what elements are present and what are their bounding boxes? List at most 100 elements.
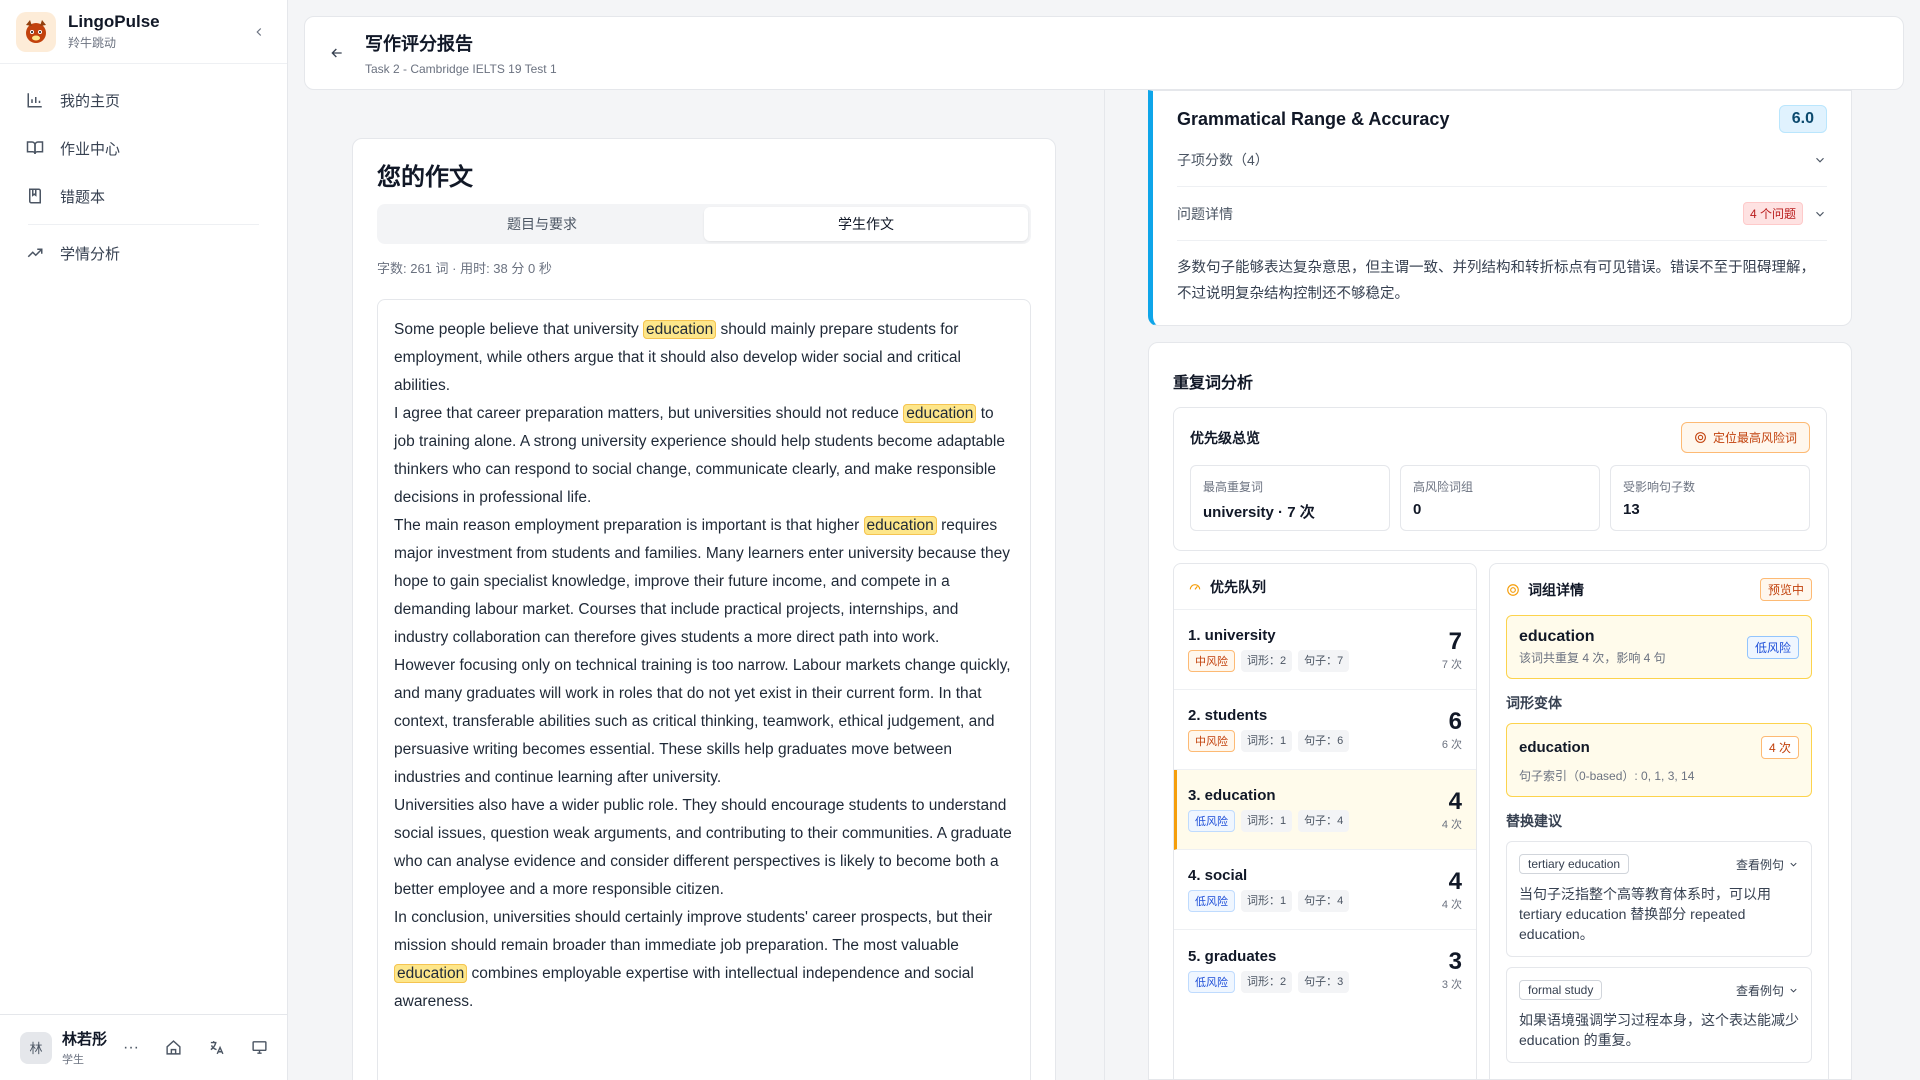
monitor-icon[interactable] — [251, 1039, 268, 1056]
page-subtitle: Task 2 - Cambridge IELTS 19 Test 1 — [365, 62, 557, 76]
page-header: 写作评分报告 Task 2 - Cambridge IELTS 19 Test … — [304, 16, 1904, 90]
chevron-down-icon — [1816, 211, 1824, 217]
queue-item[interactable]: 2. students 中风险 词形：1 句子：6 66 次 — [1174, 690, 1476, 770]
trending-up-icon — [27, 248, 43, 258]
chevron-down-icon — [1790, 988, 1797, 993]
criterion-title: Grammatical Range & Accuracy — [1177, 108, 1450, 129]
issues-toggle[interactable]: 问题详情 4 个问题 — [1177, 187, 1827, 241]
gauge-icon — [1189, 583, 1201, 590]
criterion-feedback: 多数句子能够表达复杂意思，但主谓一致、并列结构和转折标点有可见错误。错误不至于阻… — [1177, 260, 1815, 302]
overview-title: 优先级总览 — [1190, 429, 1260, 446]
variants-label: 词形变体 — [1506, 695, 1562, 711]
essay-card: 您的作文 题目与要求 学生作文 字数: 261 词 · 用时: 38 分 0 秒… — [352, 138, 1056, 1080]
stat-high-risk: 高风险词组 0 — [1400, 465, 1600, 531]
back-button[interactable] — [325, 41, 349, 65]
highlighted-word[interactable]: education — [863, 516, 937, 535]
nav-item-home[interactable]: 我的主页 — [16, 76, 271, 124]
nav-item-assignments[interactable]: 作业中心 — [16, 124, 271, 172]
main-nav: 我的主页 作业中心 错题本 学情分析 — [0, 64, 287, 289]
user-name: 林若彤 — [62, 1031, 108, 1048]
sidebar: LingoPulse 羚牛跳动 我的主页 作业中心 错题本 学情分析 林 林若彤… — [0, 0, 288, 1080]
page-title: 写作评分报告 — [365, 34, 473, 54]
queue-item[interactable]: 1. university 中风险 词形：2 句子：7 77 次 — [1174, 610, 1476, 690]
essay-tabs: 题目与要求 学生作文 — [377, 204, 1031, 244]
chevron-down-icon — [1816, 157, 1824, 163]
essay-paragraph: However focusing only on technical train… — [394, 657, 1011, 786]
suggestions-label: 替换建议 — [1506, 813, 1562, 829]
risk-badge: 中风险 — [1188, 730, 1235, 752]
app-name: LingoPulse — [68, 12, 160, 31]
nav-label: 学情分析 — [60, 245, 121, 263]
stat-top-word: 最高重复词 university · 7 次 — [1190, 465, 1390, 531]
variant-item[interactable]: education 4 次 句子索引（0-based）: 0, 1, 3, 14 — [1506, 723, 1812, 797]
bookmark-book-icon — [29, 188, 41, 204]
suggestion-term: formal study — [1519, 980, 1603, 1000]
issues-count-badge: 4 个问题 — [1742, 202, 1803, 225]
app-subtitle: 羚牛跳动 — [68, 36, 117, 50]
queue-item-selected[interactable]: 3. education 低风险 词形：1 句子：4 44 次 — [1174, 770, 1476, 850]
target-icon — [1695, 432, 1706, 443]
essay-paragraph: Some people believe that university educ… — [394, 320, 961, 394]
selected-word-box: education 该词共重复 4 次，影响 4 句 低风险 — [1506, 615, 1812, 679]
preview-badge: 预览中 — [1759, 578, 1812, 601]
collapse-sidebar-button[interactable] — [247, 20, 271, 44]
suggestion-term: tertiary education — [1519, 854, 1630, 874]
nav-divider — [28, 224, 259, 225]
target-icon — [1507, 583, 1519, 596]
tab-student-essay[interactable]: 学生作文 — [704, 207, 1028, 241]
priority-overview: 优先级总览 定位最高风险词 最高重复词 university · 7 次 高风险… — [1173, 407, 1827, 551]
criterion-score: 6.0 — [1778, 105, 1827, 133]
sub-scores-toggle[interactable]: 子项分数（4） — [1177, 133, 1827, 187]
nav-label: 我的主页 — [60, 92, 121, 110]
avatar[interactable]: 林 — [20, 1031, 52, 1064]
nav-item-analytics[interactable]: 学情分析 — [16, 229, 271, 277]
chevron-left-icon — [256, 27, 262, 36]
issues-label: 问题详情 — [1177, 205, 1233, 222]
stat-affected-sentences: 受影响句子数 13 — [1610, 465, 1810, 531]
panel-divider — [1104, 90, 1105, 1080]
app-logo — [16, 11, 56, 52]
suggestion-card: tertiary education 查看例句 当句子泛指整个高等教育体系时，可… — [1506, 841, 1812, 957]
queue-title: 优先队列 — [1210, 578, 1266, 595]
home-icon[interactable] — [165, 1039, 182, 1056]
user-role: 学生 — [62, 1054, 84, 1066]
risk-badge: 低风险 — [1188, 810, 1235, 832]
view-examples-button[interactable]: 查看例句 — [1736, 982, 1799, 999]
grammar-card: Grammatical Range & Accuracy 6.0 子项分数（4）… — [1148, 90, 1852, 326]
essay-paragraph: I agree that career preparation matters,… — [394, 404, 1005, 506]
essay-paragraph: In conclusion, universities should certa… — [394, 909, 993, 1010]
locate-highest-risk-button[interactable]: 定位最高风险词 — [1680, 422, 1810, 453]
highlighted-word[interactable]: education — [394, 964, 468, 983]
risk-badge: 低风险 — [1188, 890, 1235, 912]
queue-item[interactable]: 4. social 低风险 词形：1 句子：4 44 次 — [1174, 850, 1476, 930]
view-examples-button[interactable]: 查看例句 — [1736, 856, 1799, 873]
bar-chart-icon — [27, 93, 42, 108]
more-icon[interactable]: ··· — [123, 1039, 139, 1057]
suggestion-card: formal study 查看例句 如果语境强调学习过程本身，这个表达能减少 e… — [1506, 967, 1812, 1063]
sub-scores-label: 子项分数（4） — [1177, 151, 1269, 168]
priority-queue: 优先队列 1. university 中风险 词形：2 句子：7 77 次 2. s… — [1173, 563, 1477, 1080]
risk-badge: 中风险 — [1188, 650, 1235, 672]
tab-prompt[interactable]: 题目与要求 — [380, 207, 704, 241]
user-panel: 林 林若彤 学生 ··· — [0, 1014, 288, 1080]
translate-icon[interactable] — [208, 1039, 225, 1056]
detail-title: 词组详情 — [1528, 581, 1584, 598]
essay-meta: 字数: 261 词 · 用时: 38 分 0 秒 — [377, 261, 552, 276]
repetition-title: 重复词分析 — [1173, 375, 1254, 392]
risk-badge: 低风险 — [1746, 635, 1799, 659]
highlighted-word[interactable]: education — [903, 404, 977, 423]
nav-item-mistakes[interactable]: 错题本 — [16, 172, 271, 220]
queue-item[interactable]: 5. graduates 低风险 词形：2 句子：3 33 次 — [1174, 930, 1476, 1010]
book-open-icon — [26, 141, 44, 155]
essay-title: 您的作文 — [377, 164, 473, 191]
brand: LingoPulse 羚牛跳动 — [0, 0, 287, 64]
nav-label: 作业中心 — [60, 140, 121, 158]
repetition-card: 重复词分析 优先级总览 定位最高风险词 最高重复词 university · 7… — [1148, 342, 1852, 1080]
risk-badge: 低风险 — [1188, 970, 1235, 993]
essay-paragraph: The main reason employment preparation i… — [394, 516, 1010, 646]
essay-body: Some people believe that university educ… — [377, 299, 1031, 1080]
highlighted-word[interactable]: education — [643, 320, 717, 339]
word-detail-panel: 词组详情 预览中 education 该词共重复 4 次，影响 4 句 低风险 … — [1489, 563, 1829, 1080]
chevron-down-icon — [1790, 862, 1797, 867]
essay-paragraph: Universities also have a wider public ro… — [394, 797, 1012, 898]
